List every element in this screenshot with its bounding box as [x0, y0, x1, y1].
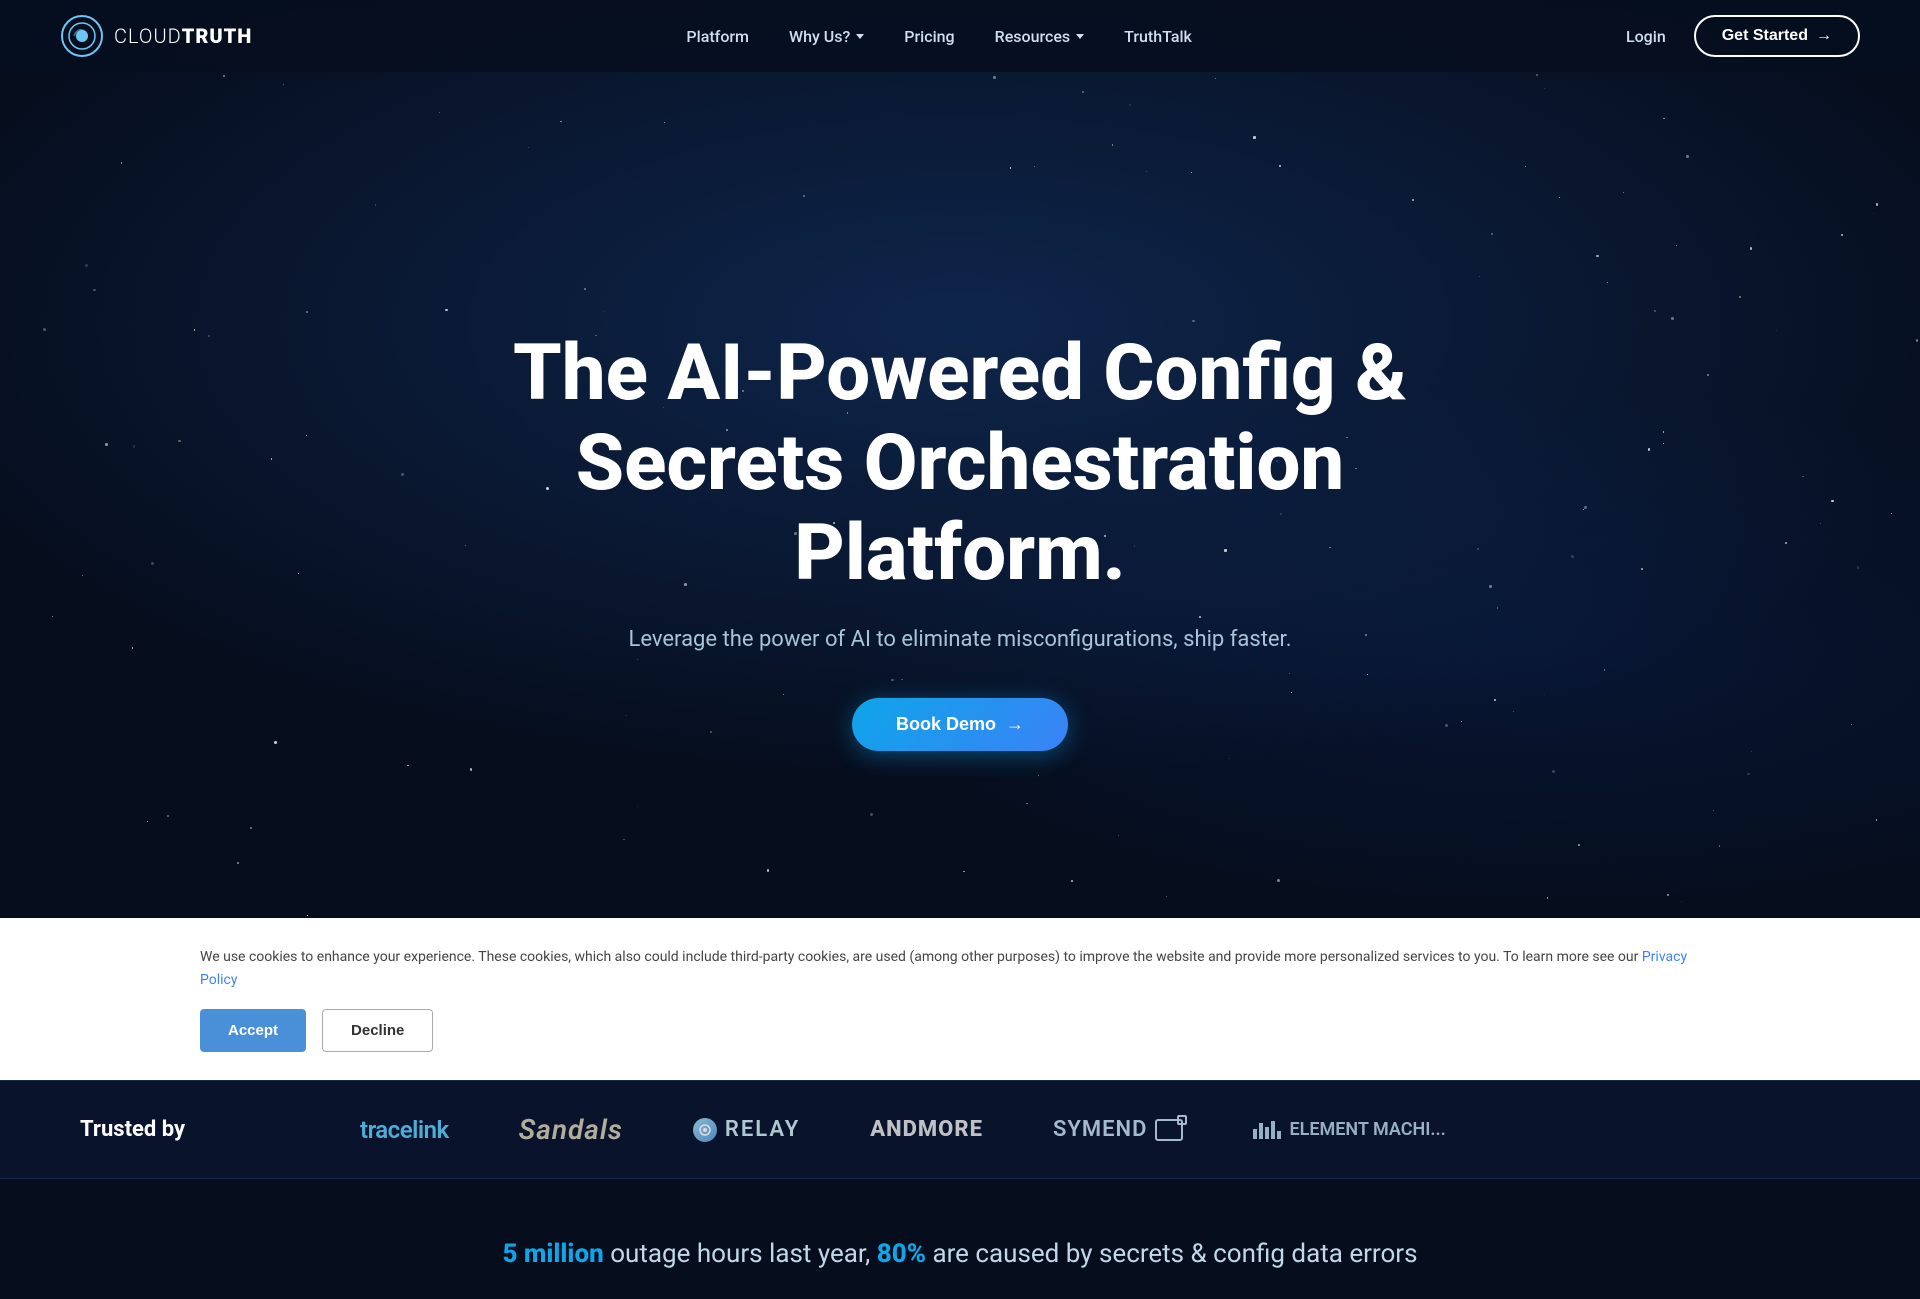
arrow-icon: → — [1816, 27, 1832, 45]
stats-highlight-2: 80% — [877, 1239, 926, 1269]
element-bars-icon — [1253, 1121, 1281, 1139]
nav-link-truthtalk[interactable]: TruthTalk — [1124, 27, 1192, 46]
stats-highlight-1: 5 million — [502, 1239, 603, 1269]
nav-link-platform[interactable]: Platform — [686, 27, 749, 46]
cookie-text: We use cookies to enhance your experienc… — [200, 946, 1720, 991]
stats-text-2: are caused by secrets & config data erro… — [932, 1239, 1417, 1269]
logo-symend: SYMEND — [1053, 1117, 1184, 1142]
decline-button[interactable]: Decline — [322, 1009, 433, 1052]
nav-item-pricing[interactable]: Pricing — [904, 27, 954, 46]
chevron-down-icon-resources — [1076, 34, 1084, 39]
hero-subtitle: Leverage the power of AI to eliminate mi… — [410, 627, 1510, 652]
nav-right: Login Get Started → — [1626, 15, 1860, 57]
nav-links: Platform Why Us? Pricing Resources Truth… — [686, 27, 1191, 46]
cookie-banner: We use cookies to enhance your experienc… — [0, 918, 1920, 1080]
logo-sandals: Sandals — [519, 1113, 623, 1146]
stats-text-1: outage hours last year, — [610, 1239, 877, 1269]
logo-tracelink: tracelink — [360, 1116, 449, 1144]
nav-link-resources[interactable]: Resources — [995, 27, 1085, 46]
logo-relay: RELAY — [693, 1117, 800, 1142]
logo-icon — [60, 14, 104, 58]
trusted-by-section: Trusted by tracelink Sandals RELAY ANDMO… — [0, 1080, 1920, 1179]
trusted-logos: tracelink Sandals RELAY ANDMORE SYMEND — [360, 1113, 1840, 1146]
arrow-right-icon: → — [1006, 714, 1024, 735]
stats-section: 5 million outage hours last year, 80% ar… — [0, 1179, 1920, 1299]
nav-item-why-us[interactable]: Why Us? — [789, 27, 864, 46]
trusted-by-label: Trusted by — [80, 1117, 360, 1142]
chevron-down-icon — [856, 34, 864, 39]
login-link[interactable]: Login — [1626, 27, 1666, 46]
logo-element-machine: ELEMENT MACHI... — [1253, 1119, 1445, 1140]
hero-content: The AI-Powered Config & Secrets Orchestr… — [410, 329, 1510, 750]
relay-circle-icon — [693, 1118, 717, 1142]
nav-link-why-us[interactable]: Why Us? — [789, 27, 864, 46]
nav-link-pricing[interactable]: Pricing — [904, 27, 954, 46]
nav-item-resources[interactable]: Resources — [995, 27, 1085, 46]
hero-title: The AI-Powered Config & Secrets Orchestr… — [410, 329, 1510, 598]
logo-andmore: ANDMORE — [870, 1117, 983, 1142]
stats-text: 5 million outage hours last year, 80% ar… — [40, 1239, 1880, 1269]
nav-item-truthtalk[interactable]: TruthTalk — [1124, 27, 1192, 46]
symend-icon — [1155, 1119, 1183, 1141]
accept-button[interactable]: Accept — [200, 1009, 306, 1052]
nav-item-platform[interactable]: Platform — [686, 27, 749, 46]
cookie-actions: Accept Decline — [200, 1009, 1720, 1052]
get-started-button[interactable]: Get Started → — [1694, 15, 1860, 57]
logo-link[interactable]: CLOUDTRUTH — [60, 14, 252, 58]
book-demo-button[interactable]: Book Demo → — [852, 698, 1068, 751]
logo-text: CLOUDTRUTH — [114, 24, 252, 48]
navbar: CLOUDTRUTH Platform Why Us? Pricing Reso… — [0, 0, 1920, 72]
